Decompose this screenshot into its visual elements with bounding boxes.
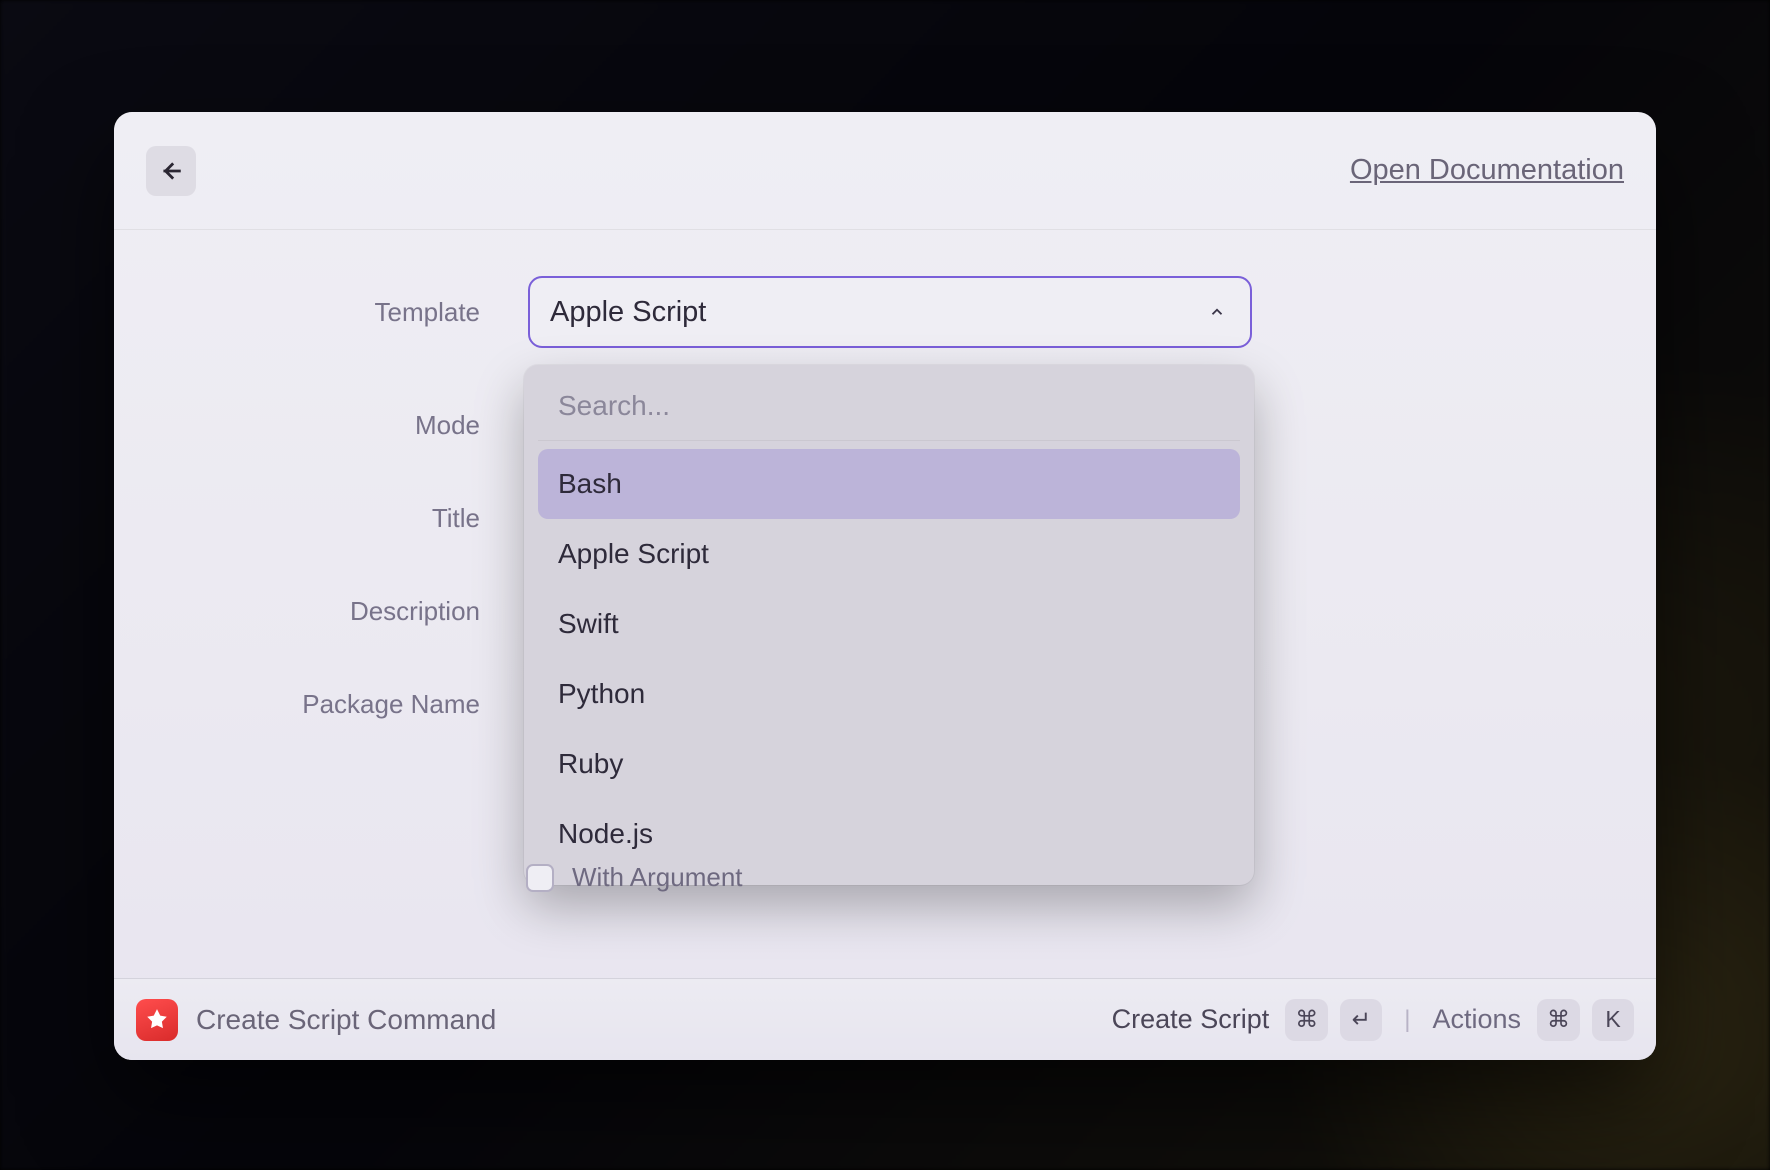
dropdown-option-apple-script[interactable]: Apple Script xyxy=(538,519,1240,589)
chevron-up-icon xyxy=(1208,303,1226,321)
dropdown-option-python[interactable]: Python xyxy=(538,659,1240,729)
label-package-name: Package Name xyxy=(114,689,528,720)
template-select[interactable]: Apple Script xyxy=(528,276,1252,348)
with-argument-label: With Argument xyxy=(572,862,743,893)
footer-title: Create Script Command xyxy=(196,1004,1094,1036)
app-icon xyxy=(136,999,178,1041)
template-dropdown: Search... Bash Apple Script Swift Python… xyxy=(524,365,1254,885)
dropdown-option-swift[interactable]: Swift xyxy=(538,589,1240,659)
create-script-button[interactable]: Create Script xyxy=(1112,1004,1270,1035)
with-argument-checkbox[interactable] xyxy=(526,864,554,892)
header: Open Documentation xyxy=(114,112,1656,230)
row-template: Template Apple Script xyxy=(114,276,1656,348)
open-documentation-link[interactable]: Open Documentation xyxy=(1350,154,1624,187)
label-description: Description xyxy=(114,596,528,627)
label-mode: Mode xyxy=(114,410,528,441)
dropdown-option-nodejs[interactable]: Node.js xyxy=(538,799,1240,869)
arrow-left-icon xyxy=(158,158,184,184)
label-template: Template xyxy=(114,297,528,328)
key-cmd-2: ⌘ xyxy=(1537,999,1580,1041)
back-button[interactable] xyxy=(146,146,196,196)
with-argument-row: With Argument xyxy=(526,862,743,893)
label-title: Title xyxy=(114,503,528,534)
dropdown-search-input[interactable]: Search... xyxy=(538,379,1240,441)
dropdown-option-ruby[interactable]: Ruby xyxy=(538,729,1240,799)
raycast-icon xyxy=(144,1007,170,1033)
create-script-window: Open Documentation Template Apple Script… xyxy=(114,112,1656,1060)
separator: | xyxy=(1404,1006,1410,1034)
key-cmd: ⌘ xyxy=(1285,999,1328,1041)
key-enter: ↵ xyxy=(1340,999,1382,1041)
actions-button[interactable]: Actions xyxy=(1432,1004,1521,1035)
template-select-value: Apple Script xyxy=(550,296,706,329)
dropdown-option-bash[interactable]: Bash xyxy=(538,449,1240,519)
footer: Create Script Command Create Script ⌘ ↵ … xyxy=(114,978,1656,1060)
key-k: K xyxy=(1592,999,1634,1041)
form-area: Template Apple Script Mode Title Descrip… xyxy=(114,230,1656,978)
footer-actions: Create Script ⌘ ↵ | Actions ⌘ K xyxy=(1112,999,1634,1041)
